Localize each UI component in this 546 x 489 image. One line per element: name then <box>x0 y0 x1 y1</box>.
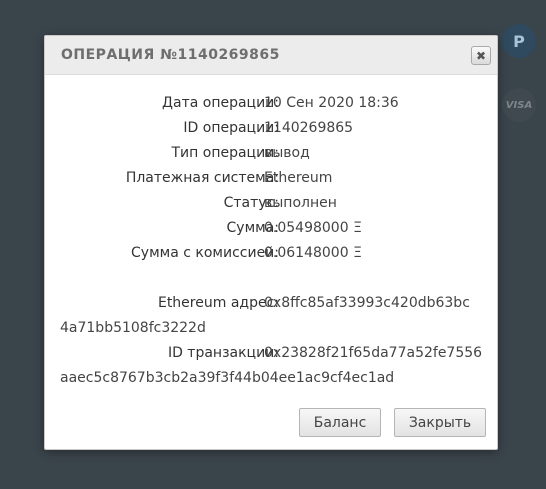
detail-label: Тип операции: <box>171 145 280 161</box>
detail-row-status: Статус: выполнен <box>45 191 497 216</box>
detail-label: ID транзакции: <box>167 345 279 361</box>
operation-dialog: ОПЕРАЦИЯ №1140269865 ✖ Дата операции: 10… <box>44 35 498 450</box>
visa-icon: VISA <box>502 88 536 122</box>
detail-label: Ethereum адрес: <box>157 295 279 311</box>
transaction-value-line2: aaec5c8767b3cb2a39f3f44b04ee1ac9cf4ec1ad <box>60 370 395 386</box>
detail-row-amount-with-fee: Сумма с комиссией: 0.06148000 Ξ <box>45 241 497 266</box>
detail-row-payment-system: Платежная система: Ethereum <box>45 166 497 191</box>
detail-value: Ethereum <box>264 170 333 186</box>
balance-button[interactable]: Баланс <box>299 408 381 437</box>
address-value-line1: 0x8ffc85af33993c420db63bc <box>264 295 470 311</box>
detail-label: Сумма с комиссией: <box>131 245 279 261</box>
dialog-header: ОПЕРАЦИЯ №1140269865 ✖ <box>45 36 497 75</box>
detail-row-date: Дата операции: 10 Сен 2020 18:36 <box>45 91 497 116</box>
detail-value: выполнен <box>264 195 337 211</box>
address-value-line2: 4a71bb5108fc3222d <box>60 320 206 336</box>
payeer-badge-icon: P <box>502 24 536 58</box>
detail-label: Дата операции: <box>162 95 279 111</box>
detail-value: 1140269865 <box>264 120 354 136</box>
detail-value: 0.06148000 Ξ <box>264 245 362 261</box>
transaction-value-line1: 0x23828f21f65da77a52fe7556 <box>264 345 483 361</box>
close-icon[interactable]: ✖ <box>471 46 491 65</box>
detail-row-type: Тип операции: вывод <box>45 141 497 166</box>
dialog-title: ОПЕРАЦИЯ №1140269865 <box>61 47 280 63</box>
detail-label: Платежная система: <box>125 170 279 186</box>
close-button[interactable]: Закрыть <box>394 408 486 437</box>
detail-row-ethereum-address: Ethereum адрес: 0x8ffc85af33993c420db63b… <box>45 291 497 341</box>
detail-value: 0.05498000 Ξ <box>264 220 362 236</box>
detail-row-transaction-id: ID транзакции: 0x23828f21f65da77a52fe755… <box>45 341 497 391</box>
detail-row-operation-id: ID операции: 1140269865 <box>45 116 497 141</box>
detail-value: вывод <box>264 145 310 161</box>
operation-details: Дата операции: 10 Сен 2020 18:36 ID опер… <box>45 75 497 391</box>
detail-row-amount: Сумма: 0.05498000 Ξ <box>45 216 497 241</box>
detail-value: 10 Сен 2020 18:36 <box>264 95 399 111</box>
